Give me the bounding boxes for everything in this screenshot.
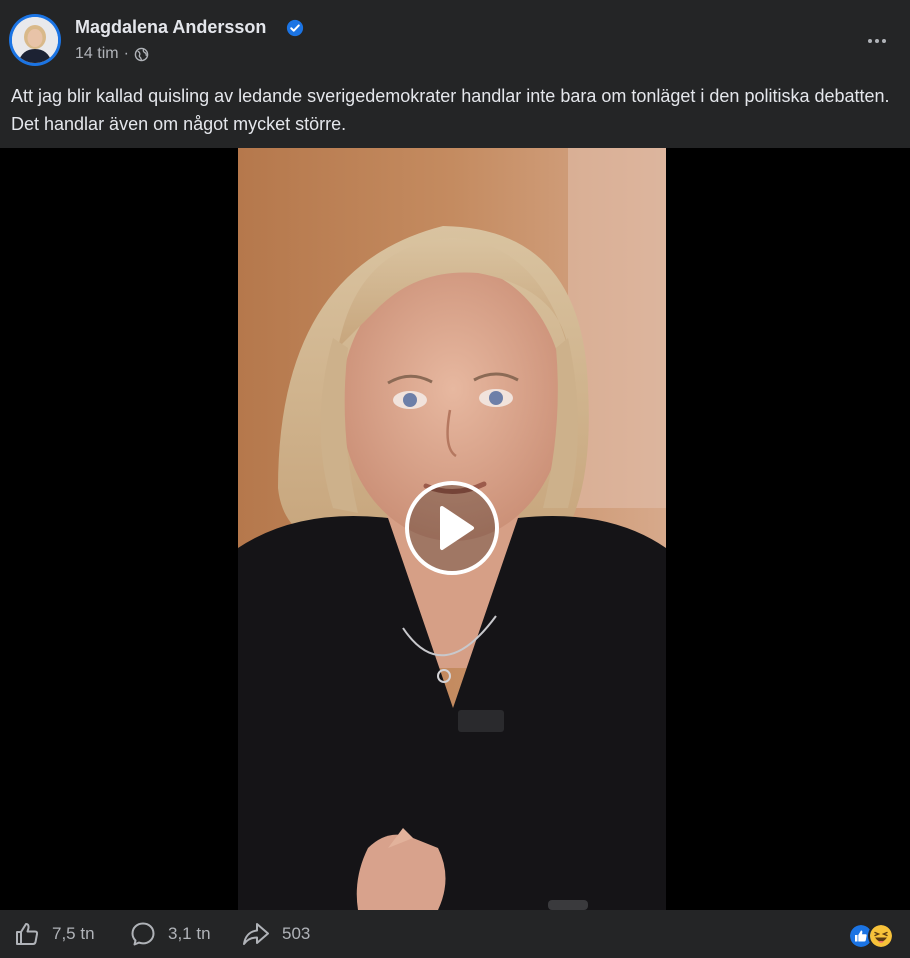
post-header: Magdalena Andersson 14 tim · bbox=[0, 0, 910, 80]
globe-icon[interactable] bbox=[134, 47, 149, 62]
like-count: 7,5 tn bbox=[52, 924, 95, 943]
post-meta: 14 tim · bbox=[75, 45, 149, 63]
play-button[interactable] bbox=[404, 480, 500, 576]
meta-separator: · bbox=[123, 45, 129, 62]
like-button[interactable]: 7,5 tn bbox=[14, 910, 95, 958]
post-timestamp[interactable]: 14 tim bbox=[75, 45, 119, 63]
more-dots-icon bbox=[868, 39, 872, 43]
reactions-summary[interactable] bbox=[848, 923, 894, 949]
post-footer: 7,5 tn 3,1 tn 503 bbox=[0, 910, 910, 958]
share-count: 503 bbox=[282, 924, 311, 943]
haha-reaction-icon bbox=[868, 923, 894, 949]
more-dot bbox=[875, 39, 879, 43]
comment-count: 3,1 tn bbox=[168, 924, 211, 943]
comment-icon bbox=[131, 922, 155, 946]
share-icon bbox=[243, 923, 269, 945]
comment-button[interactable]: 3,1 tn bbox=[130, 910, 211, 958]
more-options-button[interactable] bbox=[862, 26, 892, 56]
avatar-image bbox=[12, 17, 58, 63]
thumbs-up-icon bbox=[16, 923, 39, 945]
verified-badge-icon bbox=[286, 19, 304, 37]
avatar[interactable] bbox=[9, 14, 61, 66]
share-button[interactable]: 503 bbox=[242, 910, 310, 958]
video-player[interactable] bbox=[0, 148, 910, 910]
author-name[interactable]: Magdalena Andersson bbox=[75, 17, 266, 38]
more-dot bbox=[882, 39, 886, 43]
post-text: Att jag blir kallad quisling av ledande … bbox=[11, 86, 890, 134]
facebook-post: Magdalena Andersson 14 tim · Att jag bli… bbox=[0, 0, 910, 958]
